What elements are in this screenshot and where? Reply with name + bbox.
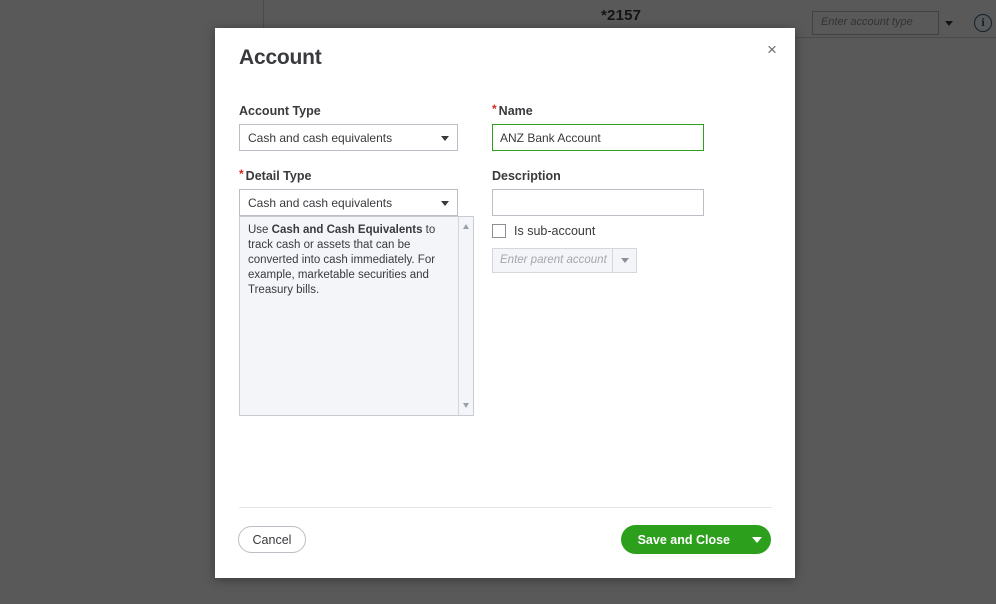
- parent-account-select: Enter parent account: [492, 248, 637, 273]
- required-marker: *: [239, 167, 244, 181]
- name-label: * Name: [492, 102, 533, 118]
- name-input[interactable]: [492, 124, 704, 151]
- description-input[interactable]: [492, 189, 704, 216]
- chevron-down-icon: [612, 249, 636, 272]
- parent-account-placeholder: Enter parent account: [500, 254, 607, 266]
- help-prefix: Use: [248, 224, 272, 236]
- sub-account-section: Is sub-account Enter parent account: [492, 224, 637, 273]
- description-label: Description: [492, 169, 561, 183]
- scroll-down-arrow-icon[interactable]: [463, 403, 469, 408]
- scroll-up-arrow-icon[interactable]: [463, 224, 469, 229]
- account-type-value: Cash and cash equivalents: [248, 131, 393, 145]
- detail-type-help-box: Use Cash and Cash Equivalents to track c…: [239, 216, 474, 416]
- footer-divider: [239, 507, 772, 508]
- is-sub-account-checkbox[interactable]: [492, 224, 506, 238]
- account-type-select[interactable]: Cash and cash equivalents: [239, 124, 458, 151]
- detail-type-help-text: Use Cash and Cash Equivalents to track c…: [248, 223, 448, 298]
- close-icon[interactable]: ×: [759, 36, 785, 62]
- is-sub-account-label: Is sub-account: [514, 224, 596, 238]
- save-and-close-button[interactable]: Save and Close: [621, 525, 743, 554]
- is-sub-account-row[interactable]: Is sub-account: [492, 224, 637, 238]
- help-bold-term: Cash and Cash Equivalents: [271, 224, 423, 236]
- account-type-label: Account Type: [239, 104, 321, 118]
- right-column: *Name Description: [492, 102, 704, 216]
- detail-type-label: * Detail Type: [239, 167, 312, 183]
- detail-type-value: Cash and cash equivalents: [248, 196, 393, 210]
- account-modal: Account × Account Type Cash and cash equ…: [215, 28, 795, 578]
- page-title: Account: [239, 46, 322, 69]
- left-column: Account Type Cash and cash equivalents *…: [239, 104, 459, 216]
- required-marker: *: [492, 102, 497, 116]
- cancel-button[interactable]: Cancel: [238, 526, 306, 553]
- scrollbar[interactable]: [458, 217, 473, 415]
- save-button-group: Save and Close: [620, 525, 771, 554]
- detail-type-select[interactable]: Cash and cash equivalents: [239, 189, 458, 216]
- chevron-down-icon[interactable]: [743, 525, 771, 554]
- chevron-down-icon: [441, 201, 449, 206]
- chevron-down-icon: [441, 136, 449, 141]
